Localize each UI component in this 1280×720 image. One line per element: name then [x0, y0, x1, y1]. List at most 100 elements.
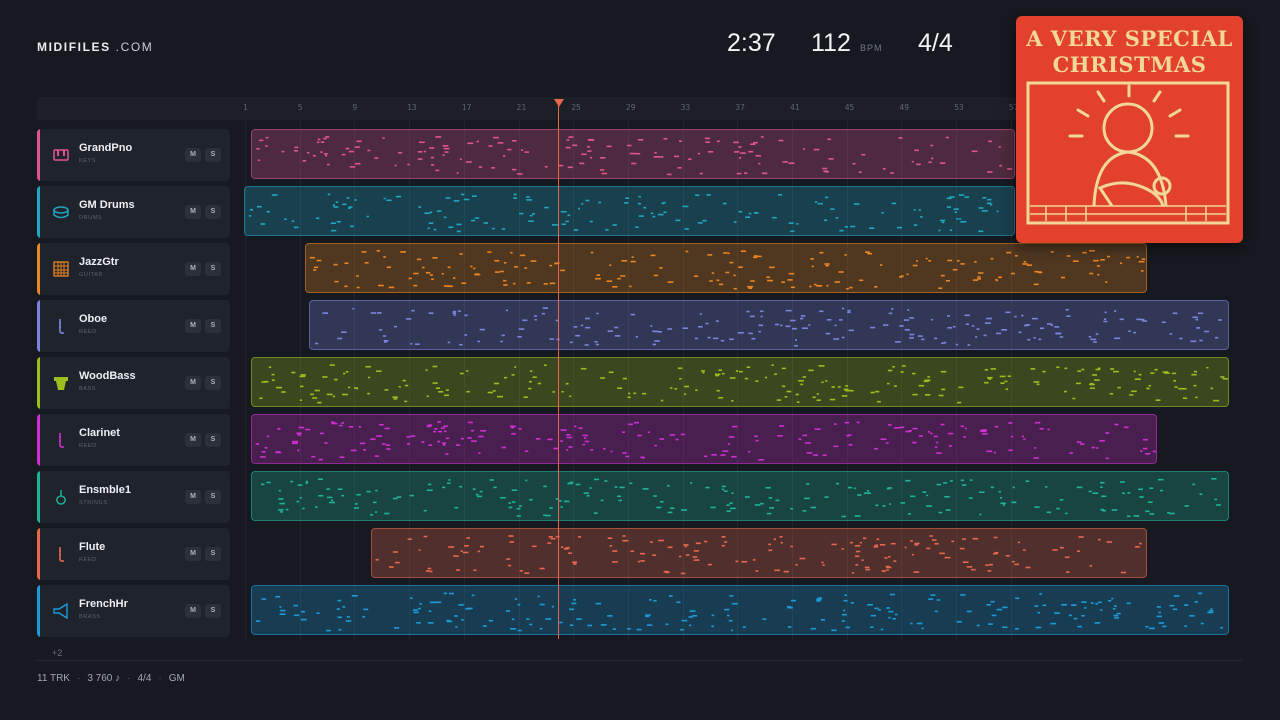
- midi-clip[interactable]: [251, 414, 1157, 464]
- track-header[interactable]: Oboe REED M S: [37, 300, 230, 352]
- violin-icon: [53, 489, 69, 505]
- brand-domain: .COM: [115, 40, 154, 54]
- mute-button[interactable]: M: [185, 148, 201, 162]
- track-color-bar: [37, 300, 40, 352]
- track-category: BASS: [79, 386, 97, 392]
- midi-clip[interactable]: [305, 243, 1147, 293]
- track-category: STRINGS: [79, 500, 108, 506]
- clip-notes: [375, 535, 1142, 575]
- track-category: REED: [79, 557, 97, 563]
- mute-button[interactable]: M: [185, 604, 201, 618]
- track-name: Flute: [79, 541, 106, 553]
- ruler-tick: 13: [407, 103, 417, 112]
- ruler-tick: 49: [899, 103, 910, 112]
- ruler-tick: 29: [625, 103, 636, 112]
- time-signature: 4/4: [918, 29, 953, 57]
- track-color-bar: [37, 585, 40, 637]
- mute-button[interactable]: M: [185, 433, 201, 447]
- track-name: Ensmble1: [79, 484, 131, 496]
- ruler-tick: 37: [735, 103, 745, 112]
- solo-button[interactable]: S: [205, 547, 221, 561]
- midi-clip[interactable]: [309, 300, 1229, 350]
- track-count: 11 TRK: [37, 673, 70, 684]
- playhead-marker[interactable]: [554, 99, 564, 107]
- track-header[interactable]: WoodBass BASS M S: [37, 357, 230, 409]
- track-header[interactable]: Clarinet REED M S: [37, 414, 230, 466]
- solo-button[interactable]: S: [205, 490, 221, 504]
- mute-button[interactable]: M: [185, 262, 201, 276]
- track-category: REED: [79, 443, 97, 449]
- track-color-bar: [37, 528, 40, 580]
- ruler-tick: 9: [352, 103, 358, 112]
- midi-clip[interactable]: [244, 186, 1015, 236]
- mute-button[interactable]: M: [185, 547, 201, 561]
- bass-icon: [53, 375, 69, 391]
- ruler-tick: 45: [844, 103, 855, 112]
- ruler-tick: 33: [680, 103, 691, 112]
- track-header[interactable]: Flute REED M S: [37, 528, 230, 580]
- midi-clip[interactable]: [251, 471, 1229, 521]
- brand-logo: MIDIFILES .COM: [37, 40, 153, 54]
- guitar-fretboard-icon: [53, 261, 69, 277]
- horn-icon: [53, 602, 69, 620]
- tempo-value: 112: [811, 29, 851, 57]
- clip-notes: [255, 421, 1156, 461]
- ruler-tick: 21: [516, 103, 527, 112]
- midi-clip[interactable]: [251, 357, 1229, 407]
- track-color-bar: [37, 471, 40, 523]
- album-cover: A VERY SPECIAL CHRISTMAS: [1016, 16, 1243, 243]
- reed-icon: [53, 318, 69, 334]
- more-tracks-indicator[interactable]: +2: [52, 648, 62, 658]
- elapsed-time: 2:37: [727, 29, 776, 57]
- status-bar: 11 TRK · 3 760 ♪ · 4/4 · GM: [37, 673, 185, 684]
- midi-clip[interactable]: [251, 129, 1015, 179]
- ruler-tick: 5: [297, 103, 303, 112]
- clip-notes: [309, 250, 1146, 290]
- mute-button[interactable]: M: [185, 490, 201, 504]
- track-header[interactable]: GrandPno KEYS M S: [37, 129, 230, 181]
- solo-button[interactable]: S: [205, 376, 221, 390]
- solo-button[interactable]: S: [205, 205, 221, 219]
- ruler-tick: 41: [790, 103, 800, 112]
- track-header[interactable]: GM Drums DRUMS M S: [37, 186, 230, 238]
- track-name: JazzGtr: [79, 256, 119, 268]
- track-category: DRUMS: [79, 215, 103, 221]
- solo-button[interactable]: S: [205, 433, 221, 447]
- track-name: GrandPno: [79, 142, 133, 154]
- footer-meter: 4/4: [137, 673, 152, 684]
- solo-button[interactable]: S: [205, 319, 221, 333]
- track-header[interactable]: Ensmble1 STRINGS M S: [37, 471, 230, 523]
- mute-button[interactable]: M: [185, 376, 201, 390]
- footer-divider: [37, 660, 1242, 661]
- track-category: KEYS: [79, 158, 97, 164]
- clip-notes: [315, 307, 1222, 347]
- track-name: WoodBass: [79, 370, 136, 382]
- solo-button[interactable]: S: [205, 148, 221, 162]
- track-color-bar: [37, 129, 40, 181]
- mute-button[interactable]: M: [185, 319, 201, 333]
- reed-icon: [53, 546, 69, 562]
- mute-button[interactable]: M: [185, 205, 201, 219]
- track-color-bar: [37, 414, 40, 466]
- clip-notes: [260, 478, 1221, 518]
- piano-icon: [53, 147, 69, 163]
- track-color-bar: [37, 186, 40, 238]
- track-header[interactable]: JazzGtr GUITAR M S: [37, 243, 230, 295]
- track-category: BRASS: [79, 614, 101, 620]
- track-name: FrenchHr: [79, 598, 128, 610]
- solo-button[interactable]: S: [205, 604, 221, 618]
- track-name: Clarinet: [79, 427, 120, 439]
- track-category: REED: [79, 329, 97, 335]
- ruler-tick: 53: [954, 103, 964, 112]
- track-header[interactable]: FrenchHr BRASS M S: [37, 585, 230, 637]
- track-color-bar: [37, 243, 40, 295]
- clip-notes: [256, 136, 1013, 176]
- track-color-bar: [37, 357, 40, 409]
- midi-clip[interactable]: [371, 528, 1147, 578]
- clip-notes: [259, 364, 1228, 404]
- playhead-line[interactable]: [558, 104, 559, 639]
- tempo-unit: BPM: [860, 43, 883, 53]
- midi-clip[interactable]: [251, 585, 1229, 635]
- solo-button[interactable]: S: [205, 262, 221, 276]
- ruler-tick: 17: [461, 103, 472, 112]
